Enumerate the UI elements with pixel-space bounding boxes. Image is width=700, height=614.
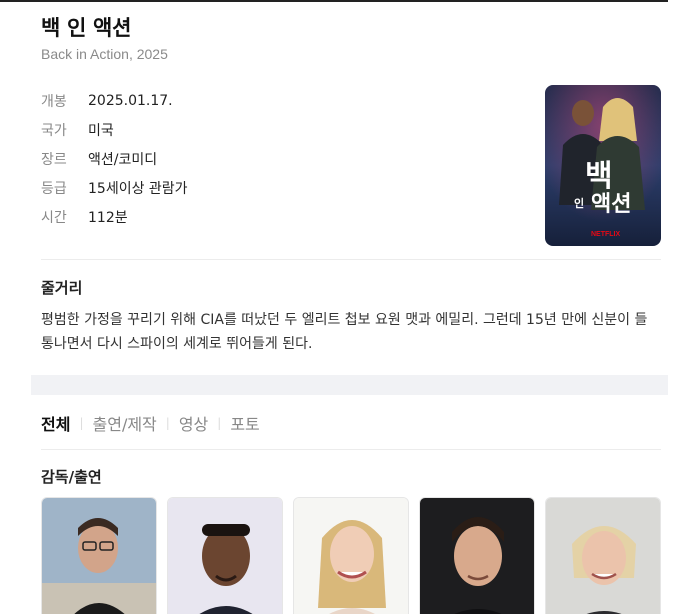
cast-photo[interactable] xyxy=(293,497,409,614)
content-tabs: 전체 | 출연/제작 | 영상 | 포토 xyxy=(41,411,260,435)
cast-photo-image xyxy=(546,498,660,614)
poster-title-mid: 인 xyxy=(574,197,585,210)
tab-separator: | xyxy=(165,416,170,430)
info-key: 등급 xyxy=(41,181,67,198)
divider xyxy=(41,449,661,450)
info-row-country: 국가 미국 xyxy=(41,115,188,144)
cast-photo-image xyxy=(294,498,408,614)
info-row-rating: 등급 15세이상 관람가 xyxy=(41,174,188,203)
cast-photo[interactable] xyxy=(419,497,535,614)
cast-heading: 감독/출연 xyxy=(41,468,102,486)
page-gutter xyxy=(668,0,700,614)
poster-brand: NETFLIX xyxy=(591,231,621,238)
cast-list xyxy=(41,497,661,614)
movie-info-card: 백 인 액션 Back in Action, 2025 개봉 2025.01.1… xyxy=(31,0,668,614)
cast-photo[interactable] xyxy=(41,497,157,614)
tab-separator: | xyxy=(217,416,222,430)
poster-title-small: 액션 xyxy=(591,192,632,217)
movie-original-title: Back in Action, 2025 xyxy=(41,46,168,62)
info-row-genre: 장르 액션/코미디 xyxy=(41,144,188,173)
info-key: 장르 xyxy=(41,151,67,168)
movie-title[interactable]: 백 인 액션 xyxy=(41,12,131,42)
cast-photo-image xyxy=(168,498,282,614)
cast-photo[interactable] xyxy=(545,497,661,614)
cast-photo-image xyxy=(420,498,534,614)
cast-photo-image xyxy=(42,498,156,614)
movie-info-list: 개봉 2025.01.17. 국가 미국 장르 액션/코미디 등급 15세이상 … xyxy=(41,86,188,232)
tab-photo[interactable]: 포토 xyxy=(230,411,259,435)
cast-photo[interactable] xyxy=(167,497,283,614)
divider xyxy=(41,259,661,260)
info-value: 2025.01.17. xyxy=(88,92,173,109)
info-row-release: 개봉 2025.01.17. xyxy=(41,86,188,115)
info-key: 시간 xyxy=(41,210,67,227)
section-separator-band xyxy=(31,375,668,395)
tab-cast-crew[interactable]: 출연/제작 xyxy=(93,411,157,435)
info-value: 액션/코미디 xyxy=(88,151,158,168)
tab-separator: | xyxy=(79,416,84,430)
info-row-runtime: 시간 112분 xyxy=(41,203,188,232)
tab-all[interactable]: 전체 xyxy=(41,411,70,435)
synopsis-text: 평범한 가정을 꾸리기 위해 CIA를 떠났던 두 엘리트 첩보 요원 맷과 에… xyxy=(41,312,648,352)
info-value: 15세이상 관람가 xyxy=(88,181,188,198)
synopsis-heading: 줄거리 xyxy=(41,279,83,297)
movie-poster[interactable]: 백 인 액션 NETFLIX xyxy=(545,85,661,246)
info-value: 112분 xyxy=(88,210,128,227)
info-value: 미국 xyxy=(88,122,114,139)
tab-video[interactable]: 영상 xyxy=(179,411,208,435)
info-key: 개봉 xyxy=(41,93,67,110)
info-key: 국가 xyxy=(41,122,67,139)
